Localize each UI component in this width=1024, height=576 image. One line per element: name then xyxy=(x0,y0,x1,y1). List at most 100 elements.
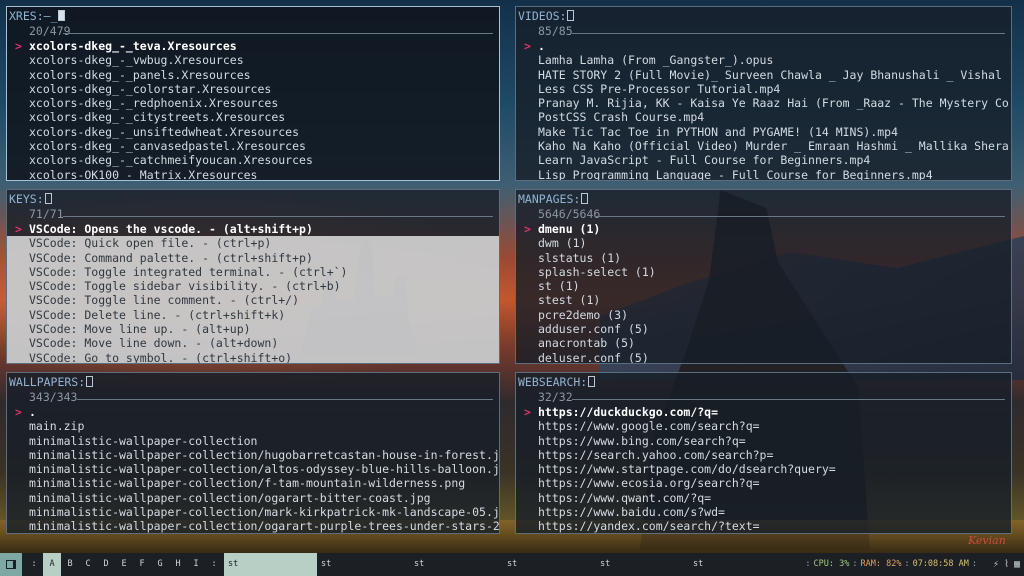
list-item[interactable]: https://www.google.com/search?q= xyxy=(516,419,1011,433)
list-item[interactable]: minimalistic-wallpaper-collection/mark-k… xyxy=(7,505,499,519)
list-item[interactable]: minimalistic-wallpaper-collection/f-tam-… xyxy=(7,476,499,490)
list-item[interactable]: VSCode: Move line up. - (alt+up) xyxy=(7,322,499,337)
list-item[interactable]: https://duckduckgo.com/?q= xyxy=(516,405,1011,419)
list-item[interactable]: VSCode: Toggle line comment. - (ctrl+/) xyxy=(7,293,499,308)
list-item[interactable]: https://search.yahoo.com/search?p= xyxy=(516,448,1011,462)
list-item[interactable]: xcolors-dkeg_-_unsiftedwheat.Xresources xyxy=(7,125,499,139)
list-item[interactable]: VSCode: Move line down. - (alt+down) xyxy=(7,336,499,351)
clock: 07:08:58 AM xyxy=(912,559,969,569)
window-title[interactable]: st xyxy=(224,553,317,576)
list-item[interactable]: VSCode: Delete line. - (ctrl+shift+k) xyxy=(7,307,499,323)
list-item[interactable]: . xyxy=(516,39,1011,53)
text-cursor xyxy=(581,193,589,204)
list-item[interactable]: xcolors-dkeg_-_catchmeifyoucan.Xresource… xyxy=(7,153,499,167)
list-item[interactable]: Lamha Lamha (From _Gangster_).opus xyxy=(516,53,1011,67)
tag-a[interactable]: A xyxy=(43,553,61,576)
list-item[interactable]: Make Tic Tac Toe in PYTHON and PYGAME! (… xyxy=(516,125,1011,139)
window-title[interactable]: st xyxy=(410,553,503,576)
text-cursor xyxy=(588,376,596,387)
list-item[interactable]: VSCode: Opens the vscode. - (alt+shift+p… xyxy=(7,222,499,236)
window-title[interactable]: st xyxy=(503,553,596,576)
wallpapers-prompt[interactable]: WALLPAPERS: xyxy=(9,375,94,389)
list-item[interactable]: xcolors-dkeg_-_teva.Xresources xyxy=(7,39,499,53)
cpu-usage: CPU: 3% xyxy=(813,559,850,569)
list-item[interactable]: PostCSS Crash Course.mp4 xyxy=(516,110,1011,124)
list-item[interactable]: splash-select (1) xyxy=(516,265,1011,279)
list-item[interactable]: st (1) xyxy=(516,279,1011,293)
list-item[interactable]: xcolors-dkeg_-_panels.Xresources xyxy=(7,68,499,82)
list-item[interactable]: dmenu (1) xyxy=(516,222,1011,236)
list-item[interactable]: xcolors-OK100_-_Matrix.Xresources xyxy=(7,168,499,180)
list-item[interactable]: deluser.conf (5) xyxy=(516,351,1011,363)
list-item[interactable]: https://www.baidu.com/s?wd= xyxy=(516,505,1011,519)
vpn-icon[interactable]: ⚡ xyxy=(993,559,999,570)
paperclip-icon[interactable]: ⌇ xyxy=(1004,559,1009,570)
tag-d[interactable]: D xyxy=(97,553,115,576)
window-title[interactable]: st xyxy=(596,553,689,576)
list-item[interactable]: VSCode: Go to symbol. - (ctrl+shift+o) xyxy=(7,350,499,363)
tag-e[interactable]: E xyxy=(115,553,133,576)
list-item[interactable]: minimalistic-wallpaper-collection/ogarar… xyxy=(7,491,499,505)
list-item[interactable]: VSCode: Toggle integrated terminal. - (c… xyxy=(7,264,499,280)
list-item[interactable]: https://www.ecosia.org/search?q= xyxy=(516,476,1011,490)
list-item[interactable]: Less CSS Pre-Processor Tutorial.mp4 xyxy=(516,82,1011,96)
list-item[interactable]: https://www.qwant.com/?q= xyxy=(516,491,1011,505)
videos-prompt[interactable]: VIDEOS: xyxy=(518,9,575,23)
tag-i[interactable]: I xyxy=(187,553,205,576)
xres-prompt[interactable]: XRES:—_ xyxy=(9,9,66,23)
layout-indicator[interactable] xyxy=(0,553,22,576)
list-item[interactable]: HATE STORY 2 (Full Movie)_ Surveen Chawl… xyxy=(516,68,1011,82)
list-item[interactable]: . xyxy=(7,405,499,419)
list-item[interactable]: stest (1) xyxy=(516,293,1011,307)
list-item[interactable]: VSCode: Toggle sidebar visibility. - (ct… xyxy=(7,279,499,294)
list-item[interactable]: https://www.bing.com/search?q= xyxy=(516,434,1011,448)
videos-list: . Lamha Lamha (From _Gangster_).opus HAT… xyxy=(516,39,1011,180)
window-title[interactable]: st xyxy=(317,553,410,576)
list-item[interactable]: https://yandex.com/search/?text= xyxy=(516,519,1011,533)
list-item[interactable]: xcolors-dkeg_-_redphoenix.Xresources xyxy=(7,96,499,110)
videos-panel[interactable]: VIDEOS: 85/85 . Lamha Lamha (From _Gangs… xyxy=(515,6,1012,181)
list-item[interactable]: minimalistic-wallpaper-collection/hugoba… xyxy=(7,448,499,462)
list-item[interactable]: xcolors-dkeg_-_vwbug.Xresources xyxy=(7,53,499,67)
list-item[interactable]: slstatus (1) xyxy=(516,251,1011,265)
list-item[interactable]: adduser.conf (5) xyxy=(516,322,1011,336)
tag-separator: : xyxy=(31,559,37,569)
xres-query[interactable]: —_ xyxy=(44,9,58,23)
list-item[interactable]: VSCode: Command palette. - (ctrl+shift+p… xyxy=(7,250,499,265)
list-item[interactable]: dwm (1) xyxy=(516,236,1011,250)
list-item[interactable]: minimalistic-wallpaper-collection xyxy=(7,434,499,448)
tag-c[interactable]: C xyxy=(79,553,97,576)
list-item[interactable]: VSCode: Quick open file. - (ctrl+p) xyxy=(7,236,499,251)
list-item[interactable]: Kaho Na Kaho (Official Video) Murder _ E… xyxy=(516,139,1011,153)
list-item[interactable]: anacrontab (5) xyxy=(516,336,1011,350)
keys-prompt[interactable]: KEYS: xyxy=(9,192,52,206)
list-item[interactable]: main.zip xyxy=(7,419,499,433)
grid-icon[interactable]: ▦ xyxy=(1014,559,1020,570)
tag-h[interactable]: H xyxy=(169,553,187,576)
keys-panel[interactable]: KEYS: 71/71 VSCode: Opens the vscode. - … xyxy=(6,189,500,364)
divider xyxy=(572,33,1005,34)
list-item[interactable]: https://www.startpage.com/do/dsearch?que… xyxy=(516,462,1011,476)
list-item[interactable]: xcolors-dkeg_-_colorstar.Xresources xyxy=(7,82,499,96)
websearch-panel[interactable]: WEBSEARCH: 32/32 https://duckduckgo.com/… xyxy=(515,372,1012,534)
manpages-prompt[interactable]: MANPAGES: xyxy=(518,192,589,206)
list-item[interactable]: Learn JavaScript - Full Course for Begin… xyxy=(516,153,1011,167)
list-item[interactable]: pcre2demo (3) xyxy=(516,308,1011,322)
tile-layout-icon xyxy=(6,560,16,569)
list-item[interactable]: minimalistic-wallpaper-collection/altos-… xyxy=(7,462,499,476)
list-item[interactable]: minimalistic-wallpaper-collection/ogarar… xyxy=(7,519,499,533)
websearch-prompt[interactable]: WEBSEARCH: xyxy=(518,375,596,389)
list-item[interactable]: xcolors-dkeg_-_citystreets.Xresources xyxy=(7,110,499,124)
divider xyxy=(596,216,1005,217)
window-title[interactable]: st xyxy=(689,553,782,576)
status-bar: : A B C D E F G H I : st st st st st st … xyxy=(0,553,1024,576)
list-item[interactable]: Lisp Programming Language - Full Course … xyxy=(516,168,1011,180)
tag-f[interactable]: F xyxy=(133,553,151,576)
xres-panel[interactable]: XRES:—_ 20/479 xcolors-dkeg_-_teva.Xreso… xyxy=(6,6,500,181)
tag-b[interactable]: B xyxy=(61,553,79,576)
list-item[interactable]: Pranay M. Rijia, KK - Kaisa Ye Raaz Hai … xyxy=(516,96,1011,110)
list-item[interactable]: xcolors-dkeg_-_canvasedpastel.Xresources xyxy=(7,139,499,153)
tag-g[interactable]: G xyxy=(151,553,169,576)
manpages-panel[interactable]: MANPAGES: 5646/5646 dmenu (1) dwm (1) sl… xyxy=(515,189,1012,364)
wallpapers-panel[interactable]: WALLPAPERS: 343/343 . main.zip minimalis… xyxy=(6,372,500,534)
